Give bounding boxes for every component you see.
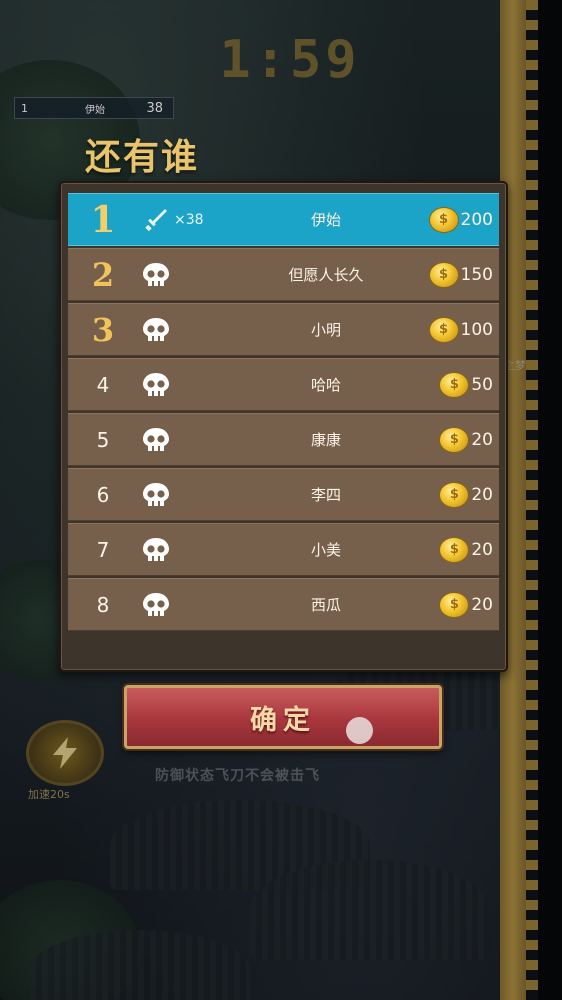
hud-rank: 1 <box>21 101 28 115</box>
leaderboard-row: 7 小美 $20 <box>68 523 499 576</box>
player-name: 小美 <box>310 541 341 559</box>
sword-icon <box>138 207 174 233</box>
player-name: 但愿人长久 <box>288 266 364 284</box>
leaderboard-row: 8 西瓜 $20 <box>68 578 499 631</box>
touch-indicator <box>346 717 373 744</box>
reward-amount: 20 <box>471 484 493 505</box>
reward-amount: 20 <box>471 539 493 560</box>
reward-amount: 150 <box>460 264 493 285</box>
match-timer: 1:59 <box>219 30 361 90</box>
skull-icon <box>138 537 174 563</box>
result-title: 还有谁 <box>85 137 200 178</box>
reward: $150 <box>406 261 499 288</box>
reward: $200 <box>406 206 499 233</box>
player-name: 李四 <box>310 486 341 504</box>
confirm-button[interactable]: 确定 <box>124 685 442 749</box>
hud-score: 38 <box>146 100 163 116</box>
player-name: 伊始 <box>310 211 341 229</box>
speed-up-label: 加速20s <box>28 788 70 801</box>
reward-amount: 100 <box>460 319 493 340</box>
reward: $20 <box>406 426 499 453</box>
coin-icon: $ <box>428 316 459 343</box>
reward-amount: 20 <box>471 594 493 615</box>
coin-icon: $ <box>439 426 470 453</box>
skull-icon <box>138 482 174 508</box>
leaderboard-row: 3 小明 $100 <box>68 303 499 356</box>
skull-icon <box>138 317 174 343</box>
skull-icon <box>138 592 174 618</box>
reward-amount: 50 <box>471 374 493 395</box>
player-name: 康康 <box>310 431 341 449</box>
reward-amount: 200 <box>460 209 493 230</box>
leaderboard-row: 6 李四 $20 <box>68 468 499 521</box>
kill-count: ×38 <box>174 211 204 228</box>
skull-icon <box>138 372 174 398</box>
reward: $100 <box>406 316 499 343</box>
coin-icon: $ <box>439 591 470 618</box>
hud-player-name: 伊始 <box>85 104 105 116</box>
leaderboard-panel: 1 ×38 伊始 $200 2 但愿人长久 $150 3 小明 $100 4 哈哈 $50 5 康康 $20 6… <box>59 181 508 672</box>
leaderboard-row: 2 但愿人长久 $150 <box>68 248 499 301</box>
coin-icon: $ <box>439 481 470 508</box>
player-name: 哈哈 <box>310 376 341 394</box>
coin-icon: $ <box>439 536 470 563</box>
rank-number: 3 <box>91 310 115 349</box>
rank-number: 5 <box>96 427 110 452</box>
hud-player-bar: 1 伊始 38 <box>14 97 174 119</box>
leaderboard-row: 1 ×38 伊始 $200 <box>68 193 499 246</box>
lightning-icon <box>53 737 77 769</box>
player-name: 西瓜 <box>310 596 341 614</box>
coin-icon: $ <box>428 206 459 233</box>
rank-number: 8 <box>96 592 110 617</box>
coin-icon: $ <box>428 261 459 288</box>
reward-amount: 20 <box>471 429 493 450</box>
confirm-button-label: 确定 <box>250 704 316 736</box>
coin-icon: $ <box>439 371 470 398</box>
reward: $20 <box>406 481 499 508</box>
rank-number: 6 <box>96 482 110 507</box>
speed-up-button[interactable] <box>26 720 104 786</box>
skull-icon <box>138 262 174 288</box>
rank-number: 2 <box>91 255 115 294</box>
leaderboard-row: 5 康康 $20 <box>68 413 499 466</box>
rank-number: 1 <box>90 198 116 241</box>
reward: $50 <box>406 371 499 398</box>
hint-text: 防御状态飞刀不会被击飞 <box>155 768 320 784</box>
leaderboard-row: 4 哈哈 $50 <box>68 358 499 411</box>
reward: $20 <box>406 591 499 618</box>
reward: $20 <box>406 536 499 563</box>
player-name: 小明 <box>310 321 341 339</box>
rank-number: 7 <box>96 537 110 562</box>
rank-number: 4 <box>96 372 110 397</box>
skull-icon <box>138 427 174 453</box>
